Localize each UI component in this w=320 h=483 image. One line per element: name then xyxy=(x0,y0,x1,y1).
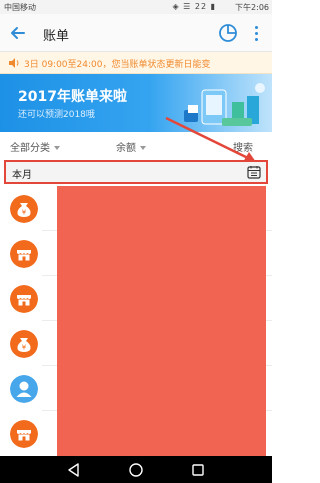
notice-bar[interactable]: 3日 09:00至24:00，您当账单状态更新日能变 xyxy=(0,52,272,74)
carrier-label: 中国移动 xyxy=(4,3,36,12)
statistics-button[interactable] xyxy=(217,22,239,44)
amount-filter[interactable]: 余额 xyxy=(116,139,146,154)
amount-filter-label: 余额 xyxy=(116,143,136,154)
system-nav-bar xyxy=(0,456,272,483)
more-options-button[interactable] xyxy=(250,23,262,43)
recents-square-icon[interactable] xyxy=(190,462,206,478)
more-dot-icon xyxy=(254,32,258,35)
shop-icon xyxy=(10,240,38,268)
page-title: 账单 xyxy=(43,29,70,44)
search-button[interactable]: 搜索 xyxy=(233,139,253,154)
back-triangle-icon[interactable] xyxy=(66,462,82,478)
home-circle-icon[interactable] xyxy=(128,462,144,478)
banner-illustration xyxy=(184,83,265,126)
back-arrow-icon xyxy=(11,27,25,39)
app-header: 账单 xyxy=(0,14,272,52)
money-bag-icon: ¥ xyxy=(10,330,38,358)
category-filter-label: 全部分类 xyxy=(10,143,50,154)
month-label: 本月 xyxy=(12,170,32,181)
search-label: 搜索 xyxy=(233,143,253,154)
shop-icon xyxy=(10,285,38,313)
redacted-content xyxy=(57,186,266,456)
clock: 下午2:06 xyxy=(235,3,269,12)
notice-text: 3日 09:00至24:00，您当账单状态更新日能变 xyxy=(24,60,211,70)
speaker-icon xyxy=(9,58,19,68)
more-dot-icon xyxy=(254,38,258,41)
status-bar: 中国移动 ◈ ☰ 22 ▮ 下午2:06 xyxy=(0,0,272,14)
calendar-icon[interactable] xyxy=(247,165,261,179)
banner-title: 2017年账单来啦 xyxy=(18,89,127,105)
svg-text:¥: ¥ xyxy=(22,209,27,217)
chevron-down-icon xyxy=(140,146,146,150)
promo-banner[interactable]: 2017年账单来啦 还可以预测2018哦 xyxy=(0,74,272,132)
svg-text:¥: ¥ xyxy=(22,344,27,352)
month-header: 本月 xyxy=(4,160,268,184)
shop-icon xyxy=(10,420,38,448)
back-button[interactable] xyxy=(8,23,28,43)
banner-subtitle: 还可以预测2018哦 xyxy=(18,110,95,120)
pie-chart-icon xyxy=(219,24,237,42)
chevron-down-icon xyxy=(54,146,60,150)
category-filter[interactable]: 全部分类 xyxy=(10,139,60,154)
more-dot-icon xyxy=(254,26,258,29)
filter-bar: 全部分类 余额 搜索 xyxy=(0,132,272,160)
money-bag-icon: ¥ xyxy=(10,195,38,223)
status-icons: ◈ ☰ 22 ▮ xyxy=(172,2,216,11)
person-icon xyxy=(10,375,38,403)
